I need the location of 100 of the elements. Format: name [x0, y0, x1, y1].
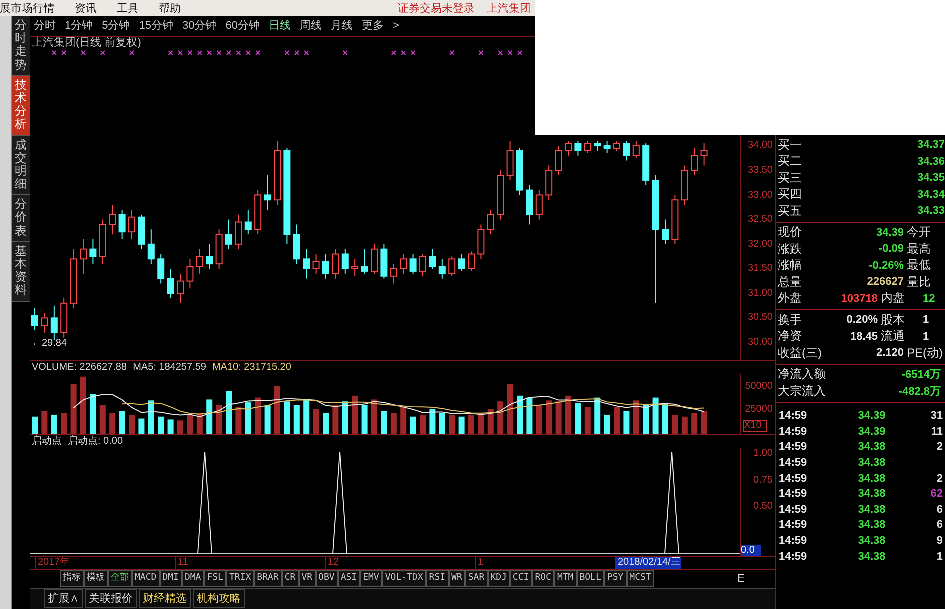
candlestick: [438, 258, 446, 280]
bar: [187, 415, 194, 434]
indicator-tab[interactable]: EMV: [360, 570, 382, 588]
indicator-tab[interactable]: ROC: [532, 570, 554, 588]
period-tab[interactable]: 周线: [300, 18, 322, 34]
side-tab[interactable]: 分价表: [12, 195, 30, 242]
bar: [313, 410, 320, 434]
indicator-tab[interactable]: FSL: [204, 570, 226, 588]
candlestick: [623, 140, 630, 162]
quote-label: 流通: [880, 328, 906, 346]
bar: [420, 415, 426, 434]
period-tab[interactable]: 月线: [331, 18, 353, 34]
series-reading: VOLUME: 226627.88: [32, 361, 128, 374]
period-tab[interactable]: 30分钟: [182, 18, 217, 34]
indicator-tab[interactable]: 指标: [60, 570, 84, 588]
candlestick: [420, 254, 426, 278]
candlestick: [604, 140, 611, 154]
side-tab[interactable]: 技术分析: [12, 76, 30, 136]
candlestick: [196, 249, 204, 275]
side-tab[interactable]: 基本资料: [12, 242, 30, 302]
menu-item[interactable]: 工具: [117, 0, 139, 16]
indicator-tab[interactable]: MTM: [554, 570, 577, 588]
bottom-tab[interactable]: 财经精选: [139, 589, 191, 608]
bar: [430, 410, 436, 434]
candlestick: [584, 140, 592, 154]
period-tab[interactable]: 60分钟: [226, 18, 260, 34]
tick-time: 14:59: [778, 426, 808, 438]
quote-value: 34.34: [916, 188, 945, 201]
bar: [51, 415, 58, 434]
more-arrow[interactable]: >: [393, 20, 400, 32]
period-tab[interactable]: 分时: [34, 18, 56, 34]
indicator-tab[interactable]: DMI: [160, 570, 182, 588]
candlestick: [555, 146, 562, 176]
menu-item[interactable]: 帮助: [159, 0, 181, 16]
bar: [633, 400, 640, 434]
tick-price: 34.38: [857, 472, 887, 485]
tick-volume: 2: [936, 472, 944, 485]
bar: [158, 417, 164, 434]
quote-label: 净资: [777, 328, 803, 346]
candlestick: [390, 264, 398, 285]
side-tab[interactable]: 成交明细: [12, 136, 30, 196]
axis-label: 1.00: [752, 448, 774, 462]
indicator-tab[interactable]: DMA: [182, 570, 204, 588]
indicator-tab[interactable]: RSI: [426, 570, 449, 588]
bar: [439, 413, 446, 434]
indicator-tab[interactable]: 全部: [108, 570, 132, 588]
indicator-tab[interactable]: OBV: [316, 570, 338, 588]
candlestick: [332, 249, 340, 280]
candlestick: [448, 256, 456, 278]
tick-time: 14:59: [778, 550, 808, 563]
indicator-tab[interactable]: SAR: [465, 570, 488, 588]
tick-price: 34.38: [857, 535, 887, 548]
indicator-tab[interactable]: KDJ: [488, 570, 510, 588]
bar: [168, 420, 174, 434]
bottom-tab[interactable]: 关联报价: [85, 589, 137, 608]
indicator-tab[interactable]: PSY: [604, 570, 627, 588]
indicator-tab[interactable]: VR: [298, 570, 316, 588]
period-tab[interactable]: 更多: [362, 18, 384, 34]
candlestick: [264, 175, 272, 211]
indicator-tab[interactable]: VOL-TDX: [382, 570, 426, 588]
indicator-tab[interactable]: CCI: [510, 570, 532, 588]
bar: [61, 413, 68, 434]
tick-price: 34.38: [857, 457, 887, 470]
bar: [624, 411, 630, 434]
date-label: 12: [325, 557, 340, 570]
indicator-tab[interactable]: BRAR: [254, 570, 282, 588]
period-tab[interactable]: 日线: [269, 18, 291, 34]
scroll-button[interactable]: E: [738, 572, 745, 585]
bottom-tab[interactable]: 机构攻略: [193, 589, 245, 608]
quote-label: 最低: [906, 257, 932, 274]
indicator-name: 启动点: [32, 435, 62, 448]
indicator-tab[interactable]: MCST: [626, 570, 654, 588]
side-tab[interactable]: 分时走势: [12, 16, 30, 76]
indicator-tab[interactable]: ASI: [338, 570, 360, 588]
bar: [449, 415, 456, 434]
tick-volume: 9: [936, 535, 944, 548]
bar: [672, 415, 678, 434]
candlestick: [700, 143, 708, 166]
bar: [332, 406, 339, 434]
period-tab[interactable]: 15分钟: [139, 18, 174, 34]
bar: [594, 398, 601, 434]
indicator-tab[interactable]: WR: [448, 570, 466, 588]
bottom-tab[interactable]: 扩展∧: [44, 589, 83, 608]
quote-value: -0.26%: [868, 260, 904, 272]
indicator-tab[interactable]: TRIX: [226, 570, 254, 588]
menu-item[interactable]: 展市场行情: [0, 0, 55, 16]
indicator-tab[interactable]: BOLL: [576, 570, 604, 588]
period-tab[interactable]: 5分钟: [102, 18, 130, 34]
bar: [119, 411, 126, 434]
series-reading: MA10: 231715.20: [212, 361, 292, 374]
indicator-tab[interactable]: MACD: [132, 570, 160, 588]
menu-item[interactable]: 资讯: [75, 0, 97, 16]
indicator-tab[interactable]: 模板: [84, 570, 108, 588]
quote-value: 2.120: [875, 347, 904, 360]
tick-time: 14:59: [778, 519, 808, 532]
indicator-value: 启动点: 0.00: [68, 435, 124, 448]
period-tab[interactable]: 1分钟: [65, 18, 94, 34]
quote-value: 18.45: [849, 330, 878, 343]
indicator-tab[interactable]: CR: [282, 570, 299, 588]
quote-label: 买四: [777, 186, 803, 204]
